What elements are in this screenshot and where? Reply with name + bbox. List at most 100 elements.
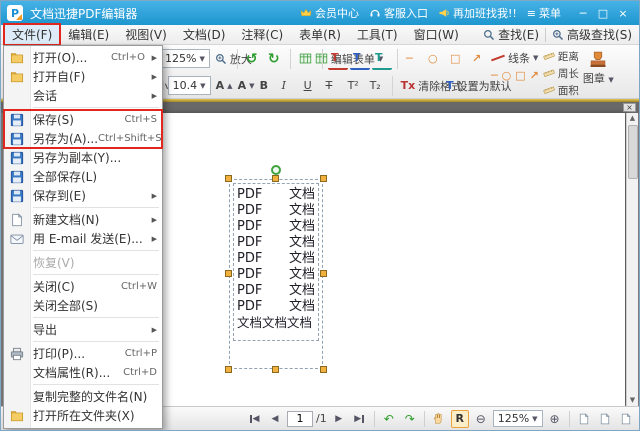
announcement-banner[interactable]: 再加班找我!!: [438, 5, 517, 21]
vertical-scrollbar[interactable]: ▲ ▼: [626, 113, 638, 406]
file-menu-item-open-from[interactable]: 打开自(F) ▶: [4, 67, 162, 86]
menu-document[interactable]: 文档(D): [175, 24, 234, 45]
menu-separator: [33, 341, 159, 342]
page-number-input[interactable]: [287, 411, 313, 427]
customer-service-button[interactable]: 客服入口: [369, 5, 428, 21]
shape-circle-button[interactable]: ○: [502, 69, 512, 82]
text-comment-button[interactable]: T: [372, 48, 392, 70]
next-page-button[interactable]: ▶: [330, 410, 348, 428]
measure-area-button[interactable]: 面积: [543, 82, 579, 98]
scroll-up-icon[interactable]: ▲: [630, 113, 635, 124]
member-center-button[interactable]: 会员中心: [300, 5, 359, 21]
underline-button[interactable]: U: [301, 75, 321, 97]
fit-visible-button[interactable]: [617, 410, 635, 428]
resize-handle-top-right[interactable]: [320, 175, 327, 182]
resize-handle-top-middle[interactable]: [272, 175, 279, 182]
resize-handle-bottom-left[interactable]: [225, 366, 232, 373]
rectangle-annotation-button[interactable]: □: [447, 48, 467, 70]
close-button[interactable]: ×: [613, 4, 633, 22]
menu-edit[interactable]: 编辑(E): [60, 24, 117, 45]
dropdown-icon: ▼: [533, 54, 538, 62]
previous-page-button[interactable]: ◀: [266, 410, 284, 428]
advanced-find-button[interactable]: 高级查找(S): [552, 26, 632, 43]
file-menu-item-print[interactable]: 打印(P)... Ctrl+P: [4, 344, 162, 363]
increase-font-button[interactable]: A▲: [213, 75, 233, 97]
line-tool-button[interactable]: 线条 ▼: [491, 50, 539, 66]
menu-view[interactable]: 视图(V): [117, 24, 175, 45]
rotate-handle[interactable]: [271, 165, 281, 175]
fit-page-button[interactable]: [575, 410, 593, 428]
subscript-button[interactable]: T₂: [367, 75, 387, 97]
file-menu-item-open[interactable]: 打开(O)... Ctrl+O ▶: [4, 48, 162, 67]
maximize-button[interactable]: □: [593, 4, 613, 22]
superscript-button[interactable]: T²: [345, 75, 365, 97]
add-text-button[interactable]: T: [328, 48, 348, 70]
file-menu-item-open-containing-folder[interactable]: 打开所在文件夹(X): [4, 406, 162, 425]
resize-handle-middle-right[interactable]: [320, 270, 327, 277]
file-menu-item-save-as[interactable]: 另存为(A)... Ctrl+Shift+S: [4, 129, 162, 148]
fit-width-button[interactable]: [596, 410, 614, 428]
file-menu-item-copy-full-filename[interactable]: 复制完整的文件名(N): [4, 387, 162, 406]
file-menu-item-send-email[interactable]: 用 E-mail 发送(E)... ▶: [4, 229, 162, 248]
line-annotation-button[interactable]: ─: [403, 48, 423, 70]
menu-tools[interactable]: 工具(T): [349, 24, 406, 45]
file-menu-item-save-all[interactable]: 全部保存(L): [4, 167, 162, 186]
menu-form[interactable]: 表单(R): [291, 24, 349, 45]
clear-format-button[interactable]: Tx 清除格式: [398, 75, 442, 97]
form-table-icon: [299, 52, 312, 65]
menu-comment[interactable]: 注释(C): [233, 24, 291, 45]
file-menu-item-close-all[interactable]: 关闭全部(S): [4, 296, 162, 315]
rotate-left-button[interactable]: ↺: [243, 48, 263, 70]
menu-window[interactable]: 窗口(W): [406, 24, 467, 45]
shape-line-button[interactable]: ─: [491, 69, 498, 82]
scroll-down-icon[interactable]: ▼: [630, 395, 635, 406]
minimize-button[interactable]: ─: [573, 4, 593, 22]
italic-button[interactable]: I: [279, 75, 299, 97]
statusbar-zoom-select[interactable]: 125% ▼: [493, 410, 543, 427]
selected-text-box[interactable]: PDF文档 PDF文档 PDF文档 PDF文档 PDF文档 PDF文档 PDF文…: [229, 179, 323, 369]
circle-annotation-button[interactable]: ○: [425, 48, 445, 70]
strikethrough-button[interactable]: T: [323, 75, 343, 97]
statusbar-zoom-in-button[interactable]: ⊕: [546, 410, 564, 428]
file-menu-item-new-document[interactable]: 新建文档(N) ▶: [4, 210, 162, 229]
marquee-zoom-tool-button[interactable]: R: [451, 410, 469, 428]
zoom-in-button[interactable]: 放大: [212, 48, 232, 70]
rotate-right-button[interactable]: ↻: [265, 48, 285, 70]
close-document-bar-button[interactable]: ×: [623, 103, 636, 112]
resize-handle-bottom-middle[interactable]: [272, 366, 279, 373]
stamp-button[interactable]: 图章 ▼: [583, 47, 614, 86]
app-menu-button[interactable]: ≡ 菜单: [527, 5, 561, 21]
file-menu-item-document-properties[interactable]: 文档属性(R)... Ctrl+D: [4, 363, 162, 382]
file-menu-item-save[interactable]: 保存(S) Ctrl+S: [4, 110, 162, 129]
first-page-button[interactable]: ◀: [245, 410, 263, 428]
statusbar-zoom-out-button[interactable]: ⊖: [472, 410, 490, 428]
shape-arrow-button[interactable]: ↗: [530, 69, 539, 82]
last-page-button[interactable]: ▶: [351, 410, 369, 428]
hand-tool-button[interactable]: [430, 410, 448, 428]
previous-view-button[interactable]: ↶: [380, 410, 398, 428]
measure-perimeter-button[interactable]: 周长: [543, 65, 579, 81]
edit-text-button[interactable]: T: [350, 48, 370, 70]
next-view-button[interactable]: ↷: [401, 410, 419, 428]
resize-handle-top-left[interactable]: [225, 175, 232, 182]
arrow-annotation-button[interactable]: ↗: [469, 48, 489, 70]
resize-handle-bottom-right[interactable]: [320, 366, 327, 373]
menu-file[interactable]: 文件(F): [4, 24, 60, 45]
edit-form-button[interactable]: 编辑表单 ▼: [296, 48, 317, 70]
scrollbar-thumb[interactable]: [628, 125, 638, 179]
file-menu-item-session[interactable]: 会话 ▶: [4, 86, 162, 105]
measure-distance-button[interactable]: 距离: [543, 48, 579, 64]
set-default-button[interactable]: T 设置为默认: [443, 75, 489, 97]
decrease-font-button[interactable]: A▼: [235, 75, 255, 97]
file-menu-item-export[interactable]: 导出 ▶: [4, 320, 162, 339]
advanced-search-icon: [552, 29, 564, 41]
file-menu-item-close[interactable]: 关闭(C) Ctrl+W: [4, 277, 162, 296]
file-menu-item-save-as-copy[interactable]: 另存为副本(Y)...: [4, 148, 162, 167]
shape-rect-button[interactable]: □: [515, 69, 525, 82]
text-line: PDF文档: [237, 219, 315, 235]
bold-button[interactable]: B: [257, 75, 277, 97]
font-size-select[interactable]: 10.4 ▼: [168, 76, 211, 95]
find-button[interactable]: 查找(E): [483, 26, 539, 43]
file-menu-item-save-to[interactable]: 保存到(E) ▶: [4, 186, 162, 205]
resize-handle-middle-left[interactable]: [225, 270, 232, 277]
